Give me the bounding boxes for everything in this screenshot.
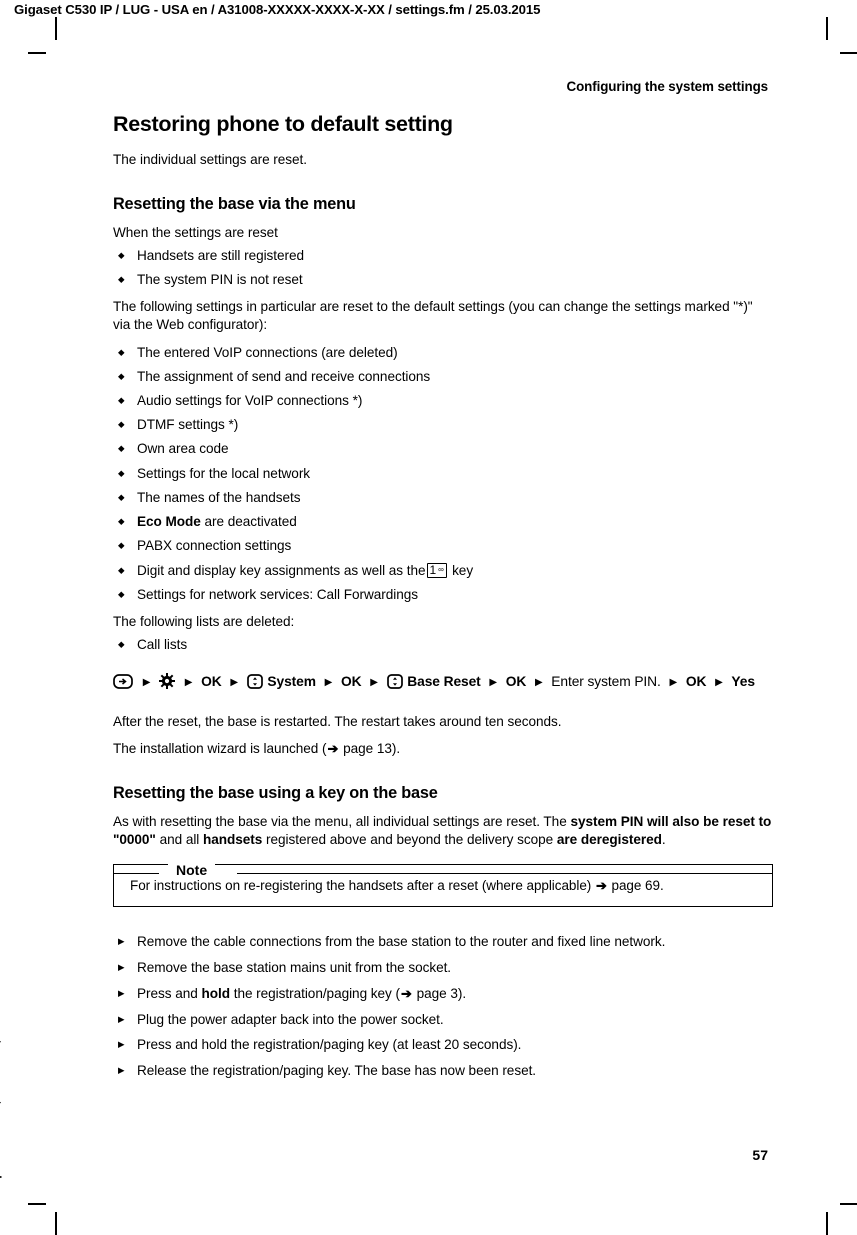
- menu-step-system: System: [267, 674, 316, 690]
- list-item-eco-mode: Eco Mode are deactivated: [113, 513, 773, 531]
- path-separator-icon: ▶: [534, 676, 543, 688]
- list-item: PABX connection settings: [113, 537, 773, 555]
- display-key-icon: [113, 674, 133, 696]
- wizard-text-after: ).: [391, 741, 401, 757]
- list-item-digit-keys: Digit and display key assignments as wel…: [113, 562, 773, 580]
- path-separator-icon: ▶: [142, 676, 151, 688]
- page-reference-arrow-icon: ➔: [595, 877, 607, 893]
- list-item: Own area code: [113, 440, 773, 458]
- page-title: Restoring phone to default setting: [113, 112, 453, 136]
- list-item: Plug the power adapter back into the pow…: [113, 1011, 773, 1029]
- step-page-reference: page 3: [416, 985, 458, 1001]
- wizard-page-reference: page 13: [343, 741, 392, 757]
- list-item: The names of the handsets: [113, 489, 773, 507]
- step-text-bold: hold: [201, 985, 230, 1001]
- digit-bullet-before: Digit and display key assignments as wel…: [137, 562, 426, 578]
- crop-mark-bottom-left-horizontal: [28, 1203, 46, 1205]
- wizard-text-before: The installation wizard is launched (: [113, 741, 327, 757]
- defaults-list: The entered VoIP connections (are delete…: [113, 344, 773, 604]
- intro-part: As with resetting the base via the menu,…: [113, 814, 571, 830]
- step-text-tail: ).: [457, 985, 467, 1001]
- document-header-line: Gigaset C530 IP / LUG - USA en / A31008-…: [14, 2, 541, 17]
- path-separator-icon: ▶: [489, 676, 497, 688]
- step-text: the registration/paging key (: [229, 985, 401, 1001]
- control-key-icon: [386, 674, 403, 696]
- page-reference-arrow-icon: ➔: [401, 985, 412, 1001]
- lists-deleted-intro: The following lists are deleted:: [113, 613, 295, 629]
- intro-part-bold: handsets: [203, 832, 263, 848]
- list-item: DTMF settings *): [113, 416, 773, 434]
- template-version-stamp: Template Borneo, Version 1, 21.06.2012: [0, 975, 2, 1203]
- menu-navigation-path: ▶ ▶ OK ▶ System ▶ OK ▶ Base Reset ▶ OK ▶…: [113, 672, 773, 696]
- list-item: Remove the cable connections from the ba…: [113, 933, 773, 951]
- page-content: Restoring phone to default setting The i…: [113, 112, 773, 1088]
- intro-part: .: [661, 832, 666, 848]
- list-item: Settings for network services: Call Forw…: [113, 586, 773, 604]
- list-item: Settings for the local network: [113, 465, 773, 483]
- note-label: Note: [168, 861, 216, 878]
- eco-mode-rest: are deactivated: [200, 514, 297, 530]
- after-reset-paragraph: After the reset, the base is restarted. …: [113, 714, 562, 729]
- section-heading-menu-reset: Resetting the base via the menu: [113, 194, 356, 213]
- step-text: Press and: [137, 985, 202, 1001]
- note-text-after: .: [659, 877, 664, 893]
- key-reset-intro-paragraph: As with resetting the base via the menu,…: [113, 813, 773, 849]
- page-reference-arrow-icon: ➔: [327, 741, 339, 757]
- lists-deleted-list: Call lists: [113, 636, 773, 654]
- note-text-before: For instructions on re-registering the h…: [130, 877, 592, 893]
- menu-step-ok: OK: [201, 674, 222, 690]
- path-separator-icon: ▶: [230, 676, 238, 688]
- list-item: Audio settings for VoIP connections *): [113, 392, 773, 410]
- page-number: 57: [752, 1147, 768, 1163]
- menu-step-base-reset: Base Reset: [407, 674, 481, 690]
- crop-mark-top-right-horizontal: [840, 52, 857, 54]
- crop-mark-top-right-vertical: [826, 17, 828, 40]
- key-voicemail-glyph: ∞: [438, 564, 444, 574]
- control-key-icon: [246, 674, 263, 696]
- path-separator-icon: ▶: [184, 676, 193, 688]
- crop-mark-bottom-right-horizontal: [840, 1203, 857, 1205]
- menu-step-ok: OK: [685, 674, 707, 690]
- key-1-number: 1: [429, 562, 437, 577]
- menu-step-ok: OK: [505, 674, 527, 690]
- path-separator-icon: ▶: [669, 676, 678, 688]
- eco-mode-label: Eco Mode: [137, 514, 201, 530]
- intro-part: and all: [155, 832, 204, 848]
- path-separator-icon: ▶: [324, 676, 333, 688]
- list-item: The assignment of send and receive conne…: [113, 368, 773, 386]
- installation-wizard-paragraph: The installation wizard is launched (➔ p…: [113, 740, 773, 758]
- list-item-press-hold: Press and hold the registration/paging k…: [113, 985, 773, 1003]
- menu-step-yes: Yes: [731, 674, 755, 690]
- section-heading-key-reset: Resetting the base using a key on the ba…: [113, 784, 438, 803]
- running-head-title: Configuring the system settings: [566, 79, 769, 94]
- intro-part: registered above and beyond the delivery…: [262, 832, 557, 848]
- settings-gear-icon: [159, 673, 176, 696]
- list-item: The system PIN is not reset: [113, 271, 773, 289]
- crop-mark-top-left-vertical: [55, 17, 57, 40]
- list-item: Remove the base station mains unit from …: [113, 959, 773, 977]
- menu-step-enter-system-pin: Enter system PIN.: [551, 674, 661, 690]
- list-item: Handsets are still registered: [113, 247, 773, 265]
- path-separator-icon: ▶: [715, 676, 723, 688]
- reset-procedure-steps: Remove the cable connections from the ba…: [113, 933, 773, 1080]
- list-item: Press and hold the registration/paging k…: [113, 1036, 773, 1054]
- note-page-reference: page 69: [611, 877, 660, 893]
- list-item: Release the registration/paging key. The…: [113, 1062, 773, 1080]
- key-1-voicemail-icon: 1 ∞: [426, 562, 448, 578]
- crop-mark-top-left-horizontal: [28, 52, 46, 54]
- crop-mark-bottom-right-vertical: [826, 1212, 828, 1235]
- intro-paragraph: The individual settings are reset.: [113, 151, 308, 167]
- list-item: Call lists: [113, 636, 773, 654]
- defaults-intro-paragraph: The following settings in particular are…: [113, 299, 753, 333]
- note-callout: Note For instructions on re-registering …: [113, 861, 773, 908]
- path-separator-icon: ▶: [370, 676, 378, 688]
- reset-lead-in: When the settings are reset: [113, 224, 278, 240]
- reset-facts-list: Handsets are still registered The system…: [113, 247, 773, 289]
- digit-bullet-after: key: [452, 562, 474, 578]
- intro-part-bold: are deregistered: [556, 832, 662, 848]
- list-item: The entered VoIP connections (are delete…: [113, 344, 773, 362]
- crop-mark-bottom-left-vertical: [55, 1212, 57, 1235]
- menu-step-ok: OK: [340, 674, 362, 690]
